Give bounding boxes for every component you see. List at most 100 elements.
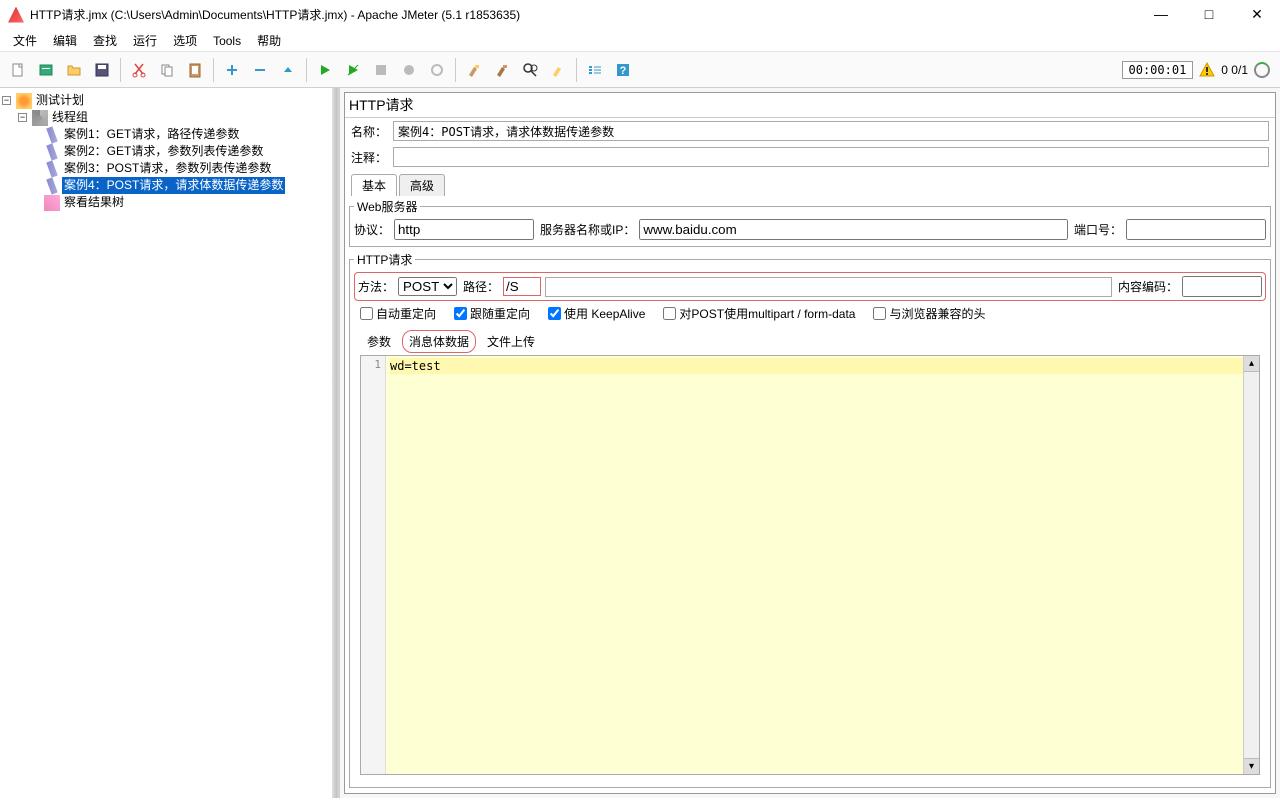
cut-icon[interactable] [127,58,151,82]
scroll-up-icon[interactable]: ▴ [1244,356,1259,372]
menu-run[interactable]: 运行 [126,30,164,51]
tree-item-selected[interactable]: 案例4：POST请求，请求体数据传递参数 [2,177,335,194]
comment-label: 注释： [351,149,387,166]
name-label: 名称： [351,123,387,140]
tab-advanced[interactable]: 高级 [399,174,445,196]
tree-label: 案例4：POST请求，请求体数据传递参数 [62,177,285,194]
maximize-button[interactable]: □ [1194,6,1224,23]
remote-stop-icon[interactable] [425,58,449,82]
menu-options[interactable]: 选项 [166,30,204,51]
separator [120,58,121,82]
window-controls: — □ ✕ [1146,6,1272,23]
stop-icon[interactable] [369,58,393,82]
test-plan-tree[interactable]: − 测试计划 − 线程组 案例1：GET请求，路径传递参数 案例2：GET请求，… [0,88,340,798]
menu-edit[interactable]: 编辑 [46,30,84,51]
help-icon[interactable]: ? [611,58,635,82]
minimize-button[interactable]: — [1146,6,1176,23]
protocol-label: 协议： [354,221,390,238]
search-icon[interactable] [518,58,542,82]
comment-field[interactable] [393,147,1269,167]
scrollbar[interactable]: ▴ ▾ [1243,356,1259,774]
open-icon[interactable] [62,58,86,82]
chk-auto[interactable]: 自动重定向 [360,305,436,322]
tree-item[interactable]: 案例2：GET请求，参数列表传递参数 [2,143,335,160]
window-title: HTTP请求.jmx (C:\Users\Admin\Documents\HTT… [30,6,1146,23]
threadgroup-icon [32,110,48,126]
encoding-label: 内容编码： [1118,278,1178,295]
config-tabs: 基本 高级 [351,174,1269,196]
http-sampler-icon [46,160,57,177]
menu-file[interactable]: 文件 [6,30,44,51]
shutdown-icon[interactable] [397,58,421,82]
save-icon[interactable] [90,58,114,82]
toggle-icon[interactable] [276,58,300,82]
menu-tools[interactable]: Tools [206,32,248,50]
clear-icon[interactable] [462,58,486,82]
warning-icon[interactable] [1199,62,1215,78]
expand-icon[interactable] [220,58,244,82]
separator [306,58,307,82]
scroll-down-icon[interactable]: ▾ [1244,758,1259,774]
collapse-icon[interactable] [248,58,272,82]
paste-icon[interactable] [183,58,207,82]
start-no-timers-icon[interactable] [341,58,365,82]
chk-browser[interactable]: 与浏览器兼容的头 [873,305,985,322]
collapse-toggle[interactable]: − [18,113,27,122]
body-editor[interactable]: 1 wd=test ▴ ▾ [360,355,1260,775]
menu-search[interactable]: 查找 [86,30,124,51]
thread-count: 0 0/1 [1221,63,1248,77]
chk-keepalive[interactable]: 使用 KeepAlive [548,305,645,322]
data-tabs: 参数 消息体数据 文件上传 [360,330,1260,353]
server-field[interactable] [639,219,1068,240]
tree-item[interactable]: 案例3：POST请求，参数列表传递参数 [2,160,335,177]
templates-icon[interactable] [34,58,58,82]
start-icon[interactable] [313,58,337,82]
menubar: 文件 编辑 查找 运行 选项 Tools 帮助 [0,30,1280,52]
name-field[interactable] [393,121,1269,141]
tree-root[interactable]: − 测试计划 [2,92,335,109]
chk-multipart[interactable]: 对POST使用multipart / form-data [663,305,855,322]
tree-label: 测试计划 [34,92,86,109]
tree-label: 案例3：POST请求，参数列表传递参数 [62,160,273,177]
results-tree-icon [44,195,60,211]
tab-params[interactable]: 参数 [360,330,398,353]
tree-label: 察看结果树 [62,194,126,211]
http-legend: HTTP请求 [354,251,415,268]
tree-label: 线程组 [50,109,90,126]
chk-follow[interactable]: 跟随重定向 [454,305,530,322]
webserver-fieldset: Web服务器 协议： 服务器名称或IP： 端口号： [349,198,1271,247]
tree-item[interactable]: 察看结果树 [2,194,335,211]
tab-body-data[interactable]: 消息体数据 [402,330,476,353]
copy-icon[interactable] [155,58,179,82]
close-button[interactable]: ✕ [1242,6,1272,23]
protocol-field[interactable] [394,219,534,240]
tab-basic[interactable]: 基本 [351,174,397,196]
port-field[interactable] [1126,219,1266,240]
path-field[interactable] [503,277,541,296]
path-field-rest[interactable] [545,277,1112,297]
svg-text:?: ? [620,65,627,77]
new-icon[interactable] [6,58,30,82]
port-label: 端口号： [1074,221,1122,238]
collapse-toggle[interactable]: − [2,96,11,105]
app-icon [8,7,24,23]
encoding-field[interactable] [1182,276,1262,297]
http-sampler-icon [46,177,57,194]
panel-title: HTTP请求 [345,93,1275,118]
method-select[interactable]: POST [398,277,457,296]
tree-label: 案例1：GET请求，路径传递参数 [62,126,241,143]
body-text[interactable]: wd=test [386,356,1259,774]
status-area: 00:00:01 0 0/1 [1122,61,1277,79]
tree-thread-group[interactable]: − 线程组 [2,109,335,126]
tree-item[interactable]: 案例1：GET请求，路径传递参数 [2,126,335,143]
reset-search-icon[interactable] [546,58,570,82]
function-helper-icon[interactable] [583,58,607,82]
elapsed-timer: 00:00:01 [1122,61,1194,79]
http-request-panel: HTTP请求 名称： 注释： 基本 高级 Web服务器 协议： 服务器名称或IP… [344,92,1276,794]
menu-help[interactable]: 帮助 [250,30,288,51]
activity-indicator [1254,62,1270,78]
separator [455,58,456,82]
clear-all-icon[interactable] [490,58,514,82]
server-label: 服务器名称或IP： [540,221,635,238]
tab-files[interactable]: 文件上传 [480,330,542,353]
